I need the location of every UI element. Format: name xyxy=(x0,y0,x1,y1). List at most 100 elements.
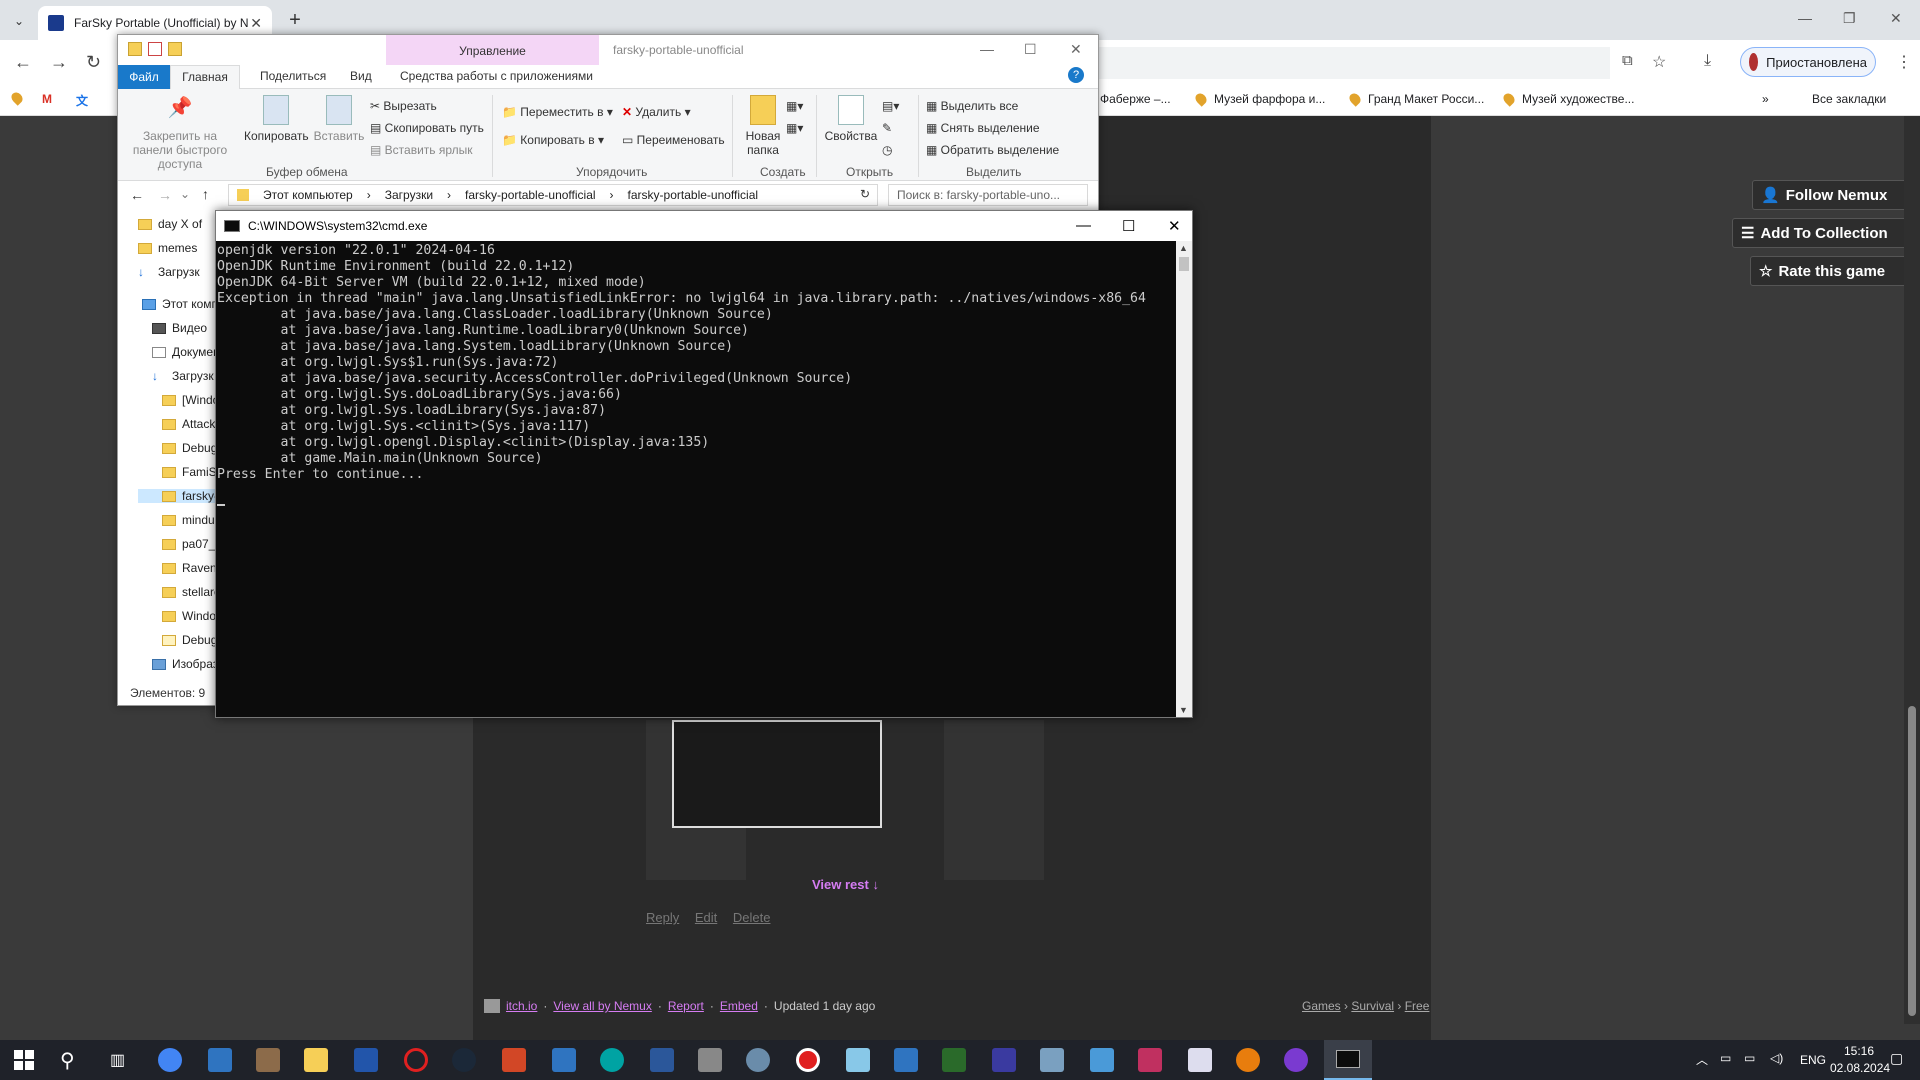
app-icon[interactable] xyxy=(208,1048,232,1072)
task-view-icon[interactable]: ▥ xyxy=(110,1050,125,1070)
tab-file[interactable]: Файл xyxy=(118,65,170,89)
app-icon[interactable] xyxy=(1090,1048,1114,1072)
copy-button[interactable]: Копировать xyxy=(244,95,309,143)
tree-item[interactable]: ↓ Загрузк xyxy=(138,265,218,279)
language-indicator[interactable]: ENG xyxy=(1800,1053,1826,1067)
close-tab-icon[interactable]: ✕ xyxy=(250,15,262,32)
app-icon[interactable] xyxy=(1040,1048,1064,1072)
tab-search-icon[interactable]: ⌄ xyxy=(8,10,30,32)
tab-app-tools[interactable]: Средства работы с приложениями xyxy=(400,69,593,83)
recent-icon[interactable]: ⌄ xyxy=(180,187,190,201)
embed-link[interactable]: Embed xyxy=(720,999,758,1013)
properties-button[interactable]: Свойства xyxy=(824,95,878,143)
app-icon[interactable] xyxy=(256,1048,280,1072)
reply-link[interactable]: Reply xyxy=(646,910,679,925)
app-icon[interactable] xyxy=(894,1048,918,1072)
app-icon[interactable] xyxy=(1188,1048,1212,1072)
bookmark-item[interactable]: Фаберже –... xyxy=(1100,92,1171,106)
tree-item-this-pc[interactable]: Этот комп xyxy=(142,297,222,311)
app-icon[interactable] xyxy=(746,1048,770,1072)
crumb[interactable]: farsky-portable-unofficial xyxy=(465,188,596,202)
volume-icon[interactable]: ◁) xyxy=(1770,1051,1783,1065)
app-icon[interactable] xyxy=(942,1048,966,1072)
up-icon[interactable]: ↑ xyxy=(202,186,209,202)
bookmark-item[interactable]: Гранд Макет Росси... xyxy=(1347,91,1484,107)
maximize-icon[interactable]: ☐ xyxy=(1122,217,1135,235)
rename-button[interactable]: ▭ Переименовать xyxy=(622,133,725,147)
rate-button[interactable]: ☆ Rate this game xyxy=(1750,256,1916,286)
app-icon[interactable] xyxy=(992,1048,1016,1072)
edit-link[interactable]: Edit xyxy=(695,910,717,925)
tree-item[interactable]: stellarc xyxy=(162,585,218,599)
help-icon[interactable]: ? xyxy=(1068,67,1084,83)
menu-icon[interactable]: ⋮ xyxy=(1896,52,1912,72)
chrome-icon[interactable] xyxy=(158,1048,182,1072)
close-icon[interactable]: ✕ xyxy=(1890,10,1902,27)
app-icon[interactable] xyxy=(1284,1048,1308,1072)
app-icon[interactable] xyxy=(354,1048,378,1072)
maximize-icon[interactable]: ☐ xyxy=(1024,41,1037,58)
crumb[interactable]: Этот компьютер xyxy=(263,188,353,202)
record-icon[interactable] xyxy=(796,1048,820,1072)
open-icon[interactable]: ▤▾ xyxy=(882,99,899,113)
word-icon[interactable] xyxy=(650,1048,674,1072)
screenshot-thumbnail[interactable] xyxy=(672,720,882,828)
minimize-icon[interactable]: — xyxy=(980,41,994,57)
invert-selection-button[interactable]: ▦ Обратить выделение xyxy=(926,143,1059,157)
app-icon[interactable] xyxy=(698,1048,722,1072)
paste-button[interactable]: Вставить xyxy=(312,95,366,143)
back-icon[interactable]: ← xyxy=(130,187,144,203)
report-link[interactable]: Report xyxy=(668,999,704,1013)
crumb[interactable]: farsky-portable-unofficial xyxy=(628,188,759,202)
paste-shortcut-button[interactable]: ▤ Вставить ярлык xyxy=(370,143,473,157)
pin-quick-access-button[interactable]: 📌 Закрепить на панели быстрого доступа xyxy=(124,95,236,171)
new-item-icon[interactable]: ▦▾ xyxy=(786,99,803,113)
tree-item[interactable]: Windo xyxy=(162,609,218,623)
tree-item[interactable]: day X of xyxy=(138,217,218,231)
tab-view[interactable]: Вид xyxy=(350,69,372,83)
tab-share[interactable]: Поделиться xyxy=(260,69,326,83)
steam-icon[interactable] xyxy=(452,1048,476,1072)
select-none-button[interactable]: ▦ Снять выделение xyxy=(926,121,1040,135)
blender-icon[interactable] xyxy=(1236,1048,1260,1072)
file-explorer-icon[interactable] xyxy=(304,1048,328,1072)
page-scrollbar[interactable] xyxy=(1904,116,1920,1024)
copy-to-button[interactable]: 📁 Копировать в ▾ xyxy=(502,133,604,147)
close-icon[interactable]: ✕ xyxy=(1070,41,1082,58)
tree-item[interactable]: pa07_0 xyxy=(162,537,218,551)
address-bar[interactable] xyxy=(1090,47,1610,79)
follow-button[interactable]: 👤 Follow Nemux xyxy=(1752,180,1920,210)
move-to-button[interactable]: 📁 Переместить в ▾ xyxy=(502,105,613,119)
select-all-button[interactable]: ▦ Выделить все xyxy=(926,99,1018,113)
cmd-taskbar-button[interactable] xyxy=(1324,1040,1372,1080)
tree-item[interactable]: Ravenf xyxy=(162,561,218,575)
address-breadcrumb[interactable]: Этот компьютер › Загрузки › farsky-portabl… xyxy=(228,184,878,206)
crumb[interactable]: Games xyxy=(1302,999,1341,1013)
tree-item[interactable]: Attack xyxy=(162,417,218,431)
maps-bookmark-icon[interactable] xyxy=(9,90,30,106)
view-rest-link[interactable]: View rest ↓ xyxy=(812,877,879,892)
download-icon[interactable]: ⤓ xyxy=(1704,52,1711,70)
network-icon[interactable]: ▭ xyxy=(1744,1051,1755,1065)
translate-bookmark-icon[interactable]: 文 xyxy=(76,92,88,109)
easy-access-icon[interactable]: ▦▾ xyxy=(786,121,803,135)
tree-item[interactable]: Debug xyxy=(162,441,218,455)
powerpoint-icon[interactable] xyxy=(502,1048,526,1072)
tree-item-selected[interactable]: farsky- xyxy=(138,489,218,503)
all-bookmarks[interactable]: Все закладки xyxy=(1812,92,1886,106)
tree-item[interactable]: [Windo xyxy=(162,393,218,407)
forward-icon[interactable]: → xyxy=(158,187,172,203)
crumb[interactable]: Загрузки xyxy=(385,188,433,202)
profile-paused-button[interactable]: Приостановлена xyxy=(1740,47,1876,77)
edit-icon[interactable]: ✎ xyxy=(882,121,892,135)
history-icon[interactable]: ◷ xyxy=(882,143,892,157)
reload-icon[interactable]: ↻ xyxy=(86,52,101,73)
cut-button[interactable]: ✂ Вырезать xyxy=(370,99,437,113)
tree-item[interactable]: Debug xyxy=(162,633,218,647)
bookmark-star-icon[interactable]: ☆ xyxy=(1652,52,1666,72)
view-all-link[interactable]: View all by Nemux xyxy=(553,999,651,1013)
close-icon[interactable]: ✕ xyxy=(1168,217,1181,235)
search-icon[interactable]: ⚲ xyxy=(60,1048,75,1073)
restore-icon[interactable]: ❐ xyxy=(1843,10,1856,27)
delete-link[interactable]: Delete xyxy=(733,910,771,925)
